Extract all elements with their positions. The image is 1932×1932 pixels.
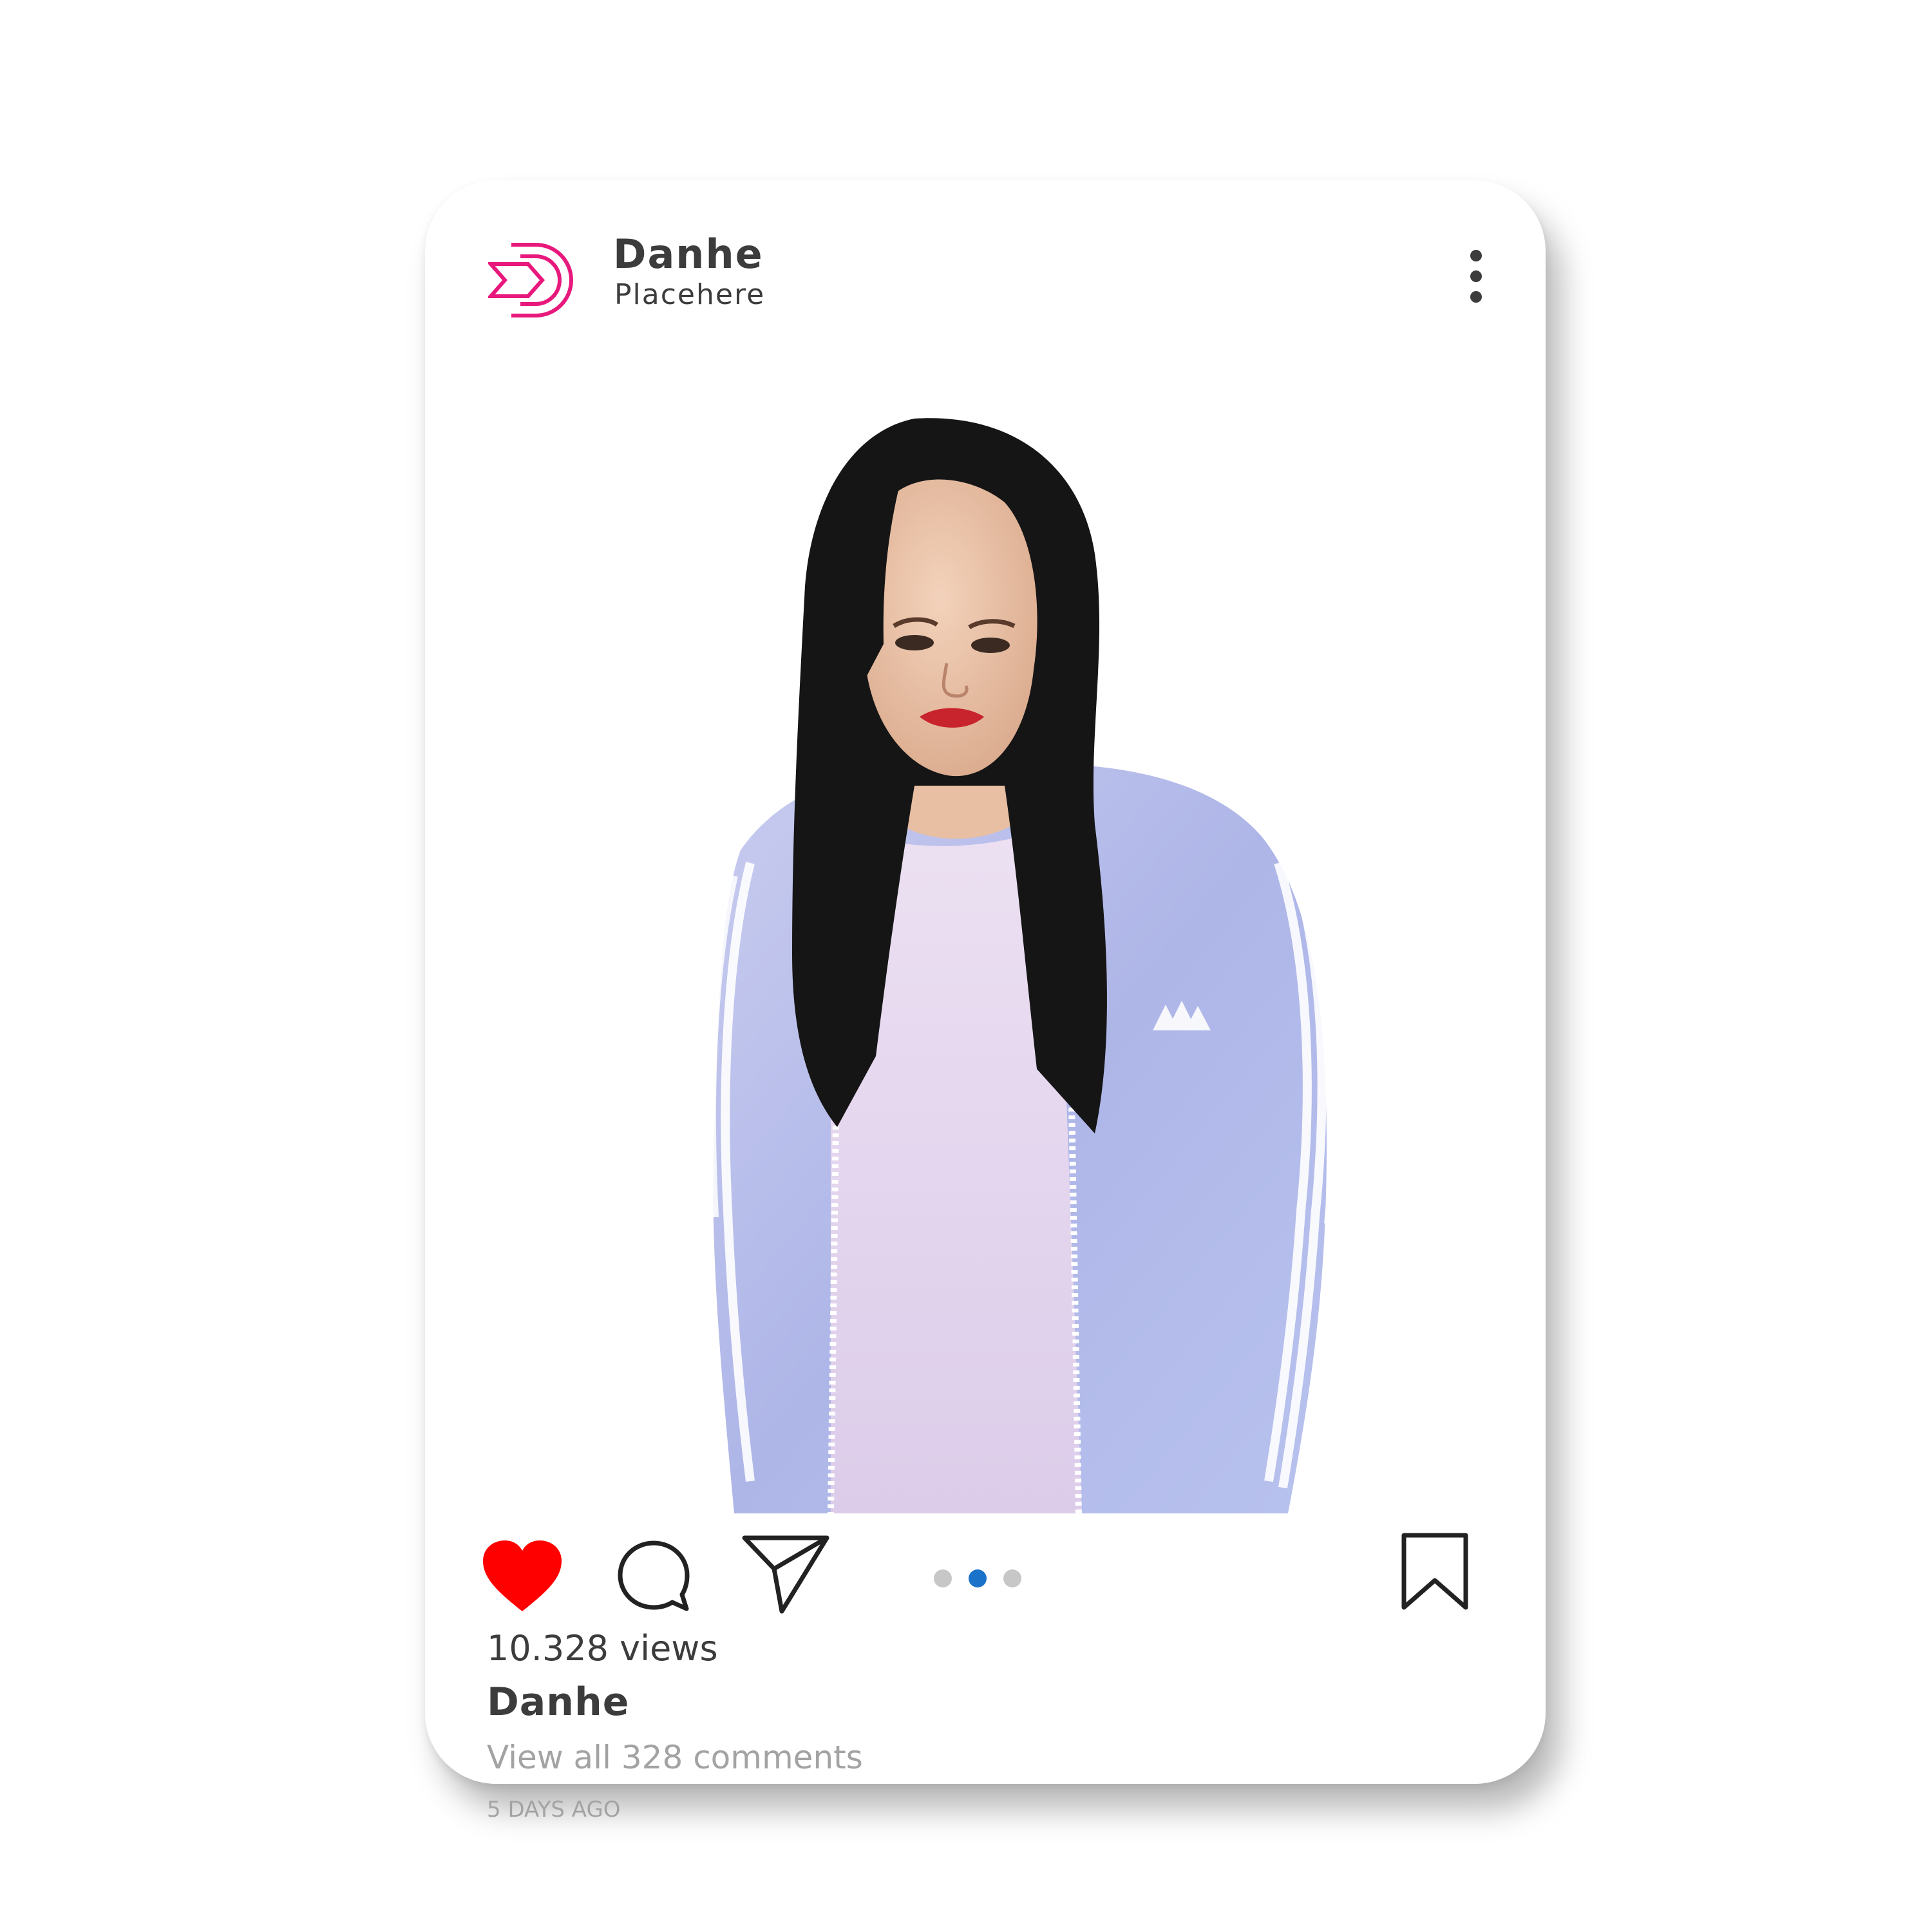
comment-bubble-icon[interactable] bbox=[616, 1538, 692, 1614]
post-timestamp: 5 DAYS AGO bbox=[487, 1797, 621, 1823]
brand-logo-icon[interactable] bbox=[488, 240, 574, 321]
author-location[interactable]: Placehere bbox=[614, 278, 765, 311]
author-name[interactable]: Danhe bbox=[613, 231, 764, 278]
bookmark-icon[interactable] bbox=[1399, 1531, 1471, 1613]
caption-author[interactable]: Danhe bbox=[487, 1680, 629, 1725]
post-card: Danhe Placehere 10.328 views Danhe View … bbox=[425, 180, 1546, 1823]
heart-icon[interactable] bbox=[480, 1539, 564, 1614]
paper-plane-icon[interactable] bbox=[741, 1533, 831, 1615]
carousel-dot[interactable] bbox=[1003, 1569, 1021, 1587]
page-background: Danhe Placehere 10.328 views Danhe View … bbox=[0, 0, 1932, 1932]
carousel-dot-active[interactable] bbox=[969, 1569, 987, 1587]
carousel-indicator bbox=[934, 1569, 1021, 1589]
carousel-dot[interactable] bbox=[934, 1569, 952, 1587]
more-vertical-icon[interactable] bbox=[1468, 250, 1484, 303]
view-count: 10.328 views bbox=[487, 1628, 718, 1669]
post-photo[interactable] bbox=[644, 374, 1352, 1513]
view-comments-link[interactable]: View all 328 comments bbox=[487, 1739, 863, 1776]
